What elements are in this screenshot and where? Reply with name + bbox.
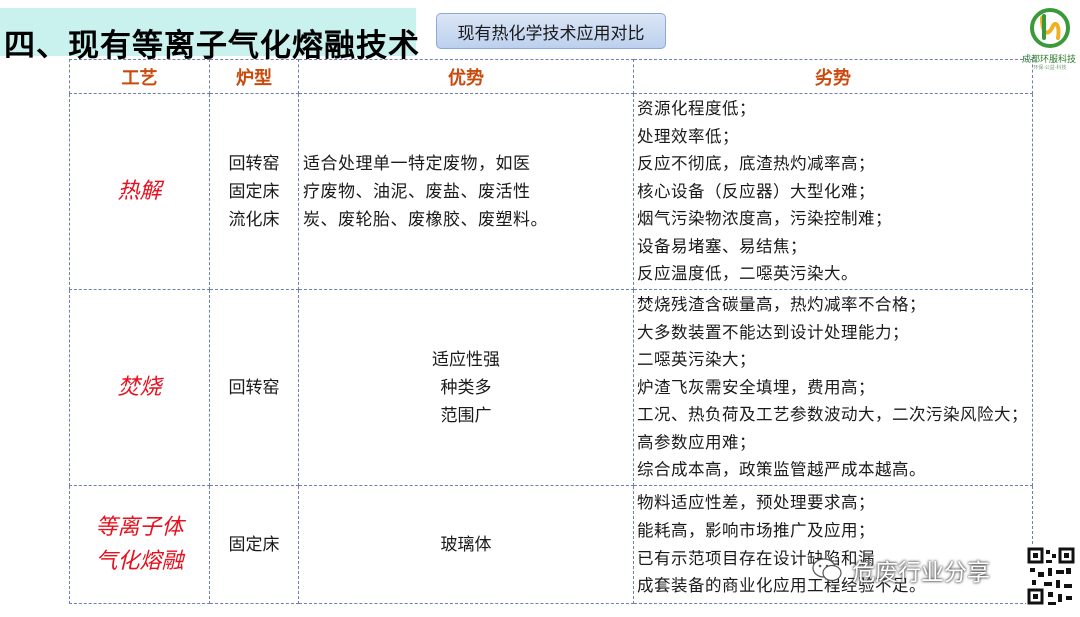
process-cell: 焚烧 [69,289,210,486]
disadvantage-line: 资源化程度低； [637,98,756,118]
comparison-tag-button[interactable]: 现有热化学技术应用对比 [436,13,666,49]
furnace-type: 流化床 [228,209,280,230]
column-header: 炉型 [209,59,299,94]
process-cell: 等离子体 气化熔融 [69,485,210,604]
disadvantage-line: 反应温度低，二噁英污染大。 [637,264,858,284]
disadvantage-line: 设备易堵塞、易结焦； [637,236,807,256]
process-cell: 热解 [69,93,210,290]
process-name: 气化熔融 [95,548,184,574]
advantage-line: 适合处理单一特定废物，如医 [303,153,531,174]
advantage-line: 范围广 [440,405,492,426]
advantage-line: 种类多 [440,377,492,398]
title-bar: 四、现有等离子气化熔融技术 [0,8,419,64]
disadvantage-line: 反应不彻底，底渣热灼减率高； [637,154,875,174]
disadvantage-line: 炉渣飞灰需安全填埋，费用高； [637,377,875,397]
furnace-cell: 固定床 [209,485,299,604]
advantages-cell: 适合处理单一特定废物，如医 疗废物、油泥、废盐、废活性 炭、废轮胎、废橡胶、废塑… [298,93,634,290]
watermark: 危废行业分享 [812,552,990,588]
disadvantage-line: 二噁英污染大； [637,350,756,370]
table-header-row: 工艺 炉型 优势 劣势 [69,59,1033,94]
disadvantage-line: 大多数装置不能达到设计处理能力； [637,322,909,342]
advantage-line: 炭、废轮胎、废橡胶、废塑料。 [303,209,548,230]
disadvantage-line: 综合成本高，政策监管越严成本越高。 [637,460,926,480]
furnace-type: 回转窑 [228,153,280,174]
column-header: 优势 [298,59,634,94]
column-header: 工艺 [69,59,210,94]
table-row: 热解 回转窑 固定床 流化床 适合处理单一特定废物，如医 疗废物、油泥、废盐、废… [69,93,1033,290]
watermark-text: 危废行业分享 [852,560,990,586]
process-name: 热解 [117,178,162,204]
disadvantage-line: 高参数应用难； [637,432,756,452]
qr-code [1026,544,1076,610]
disadvantages-cell: 资源化程度低； 处理效率低； 反应不彻底，底渣热灼减率高； 核心设备（反应器）大… [633,93,1033,290]
furnace-type: 固定床 [228,534,280,555]
wechat-icon [812,558,842,582]
table-row: 焚烧 回转窑 适应性强 种类多 范围广 焚烧残渣含碳量高，热灼减率不合格； 大多… [69,289,1033,486]
furnace-type: 回转窑 [228,377,280,398]
column-header: 劣势 [633,59,1033,94]
disadvantage-line: 核心设备（反应器）大型化难； [637,181,875,201]
disadvantage-line: 能耗高，影响市场推广及应用； [637,520,875,540]
disadvantage-line: 烟气污染物浓度高，污染控制难； [637,209,892,229]
furnace-type: 固定床 [228,181,280,202]
furnace-cell: 回转窑 固定床 流化床 [209,93,299,290]
qr-code-icon [1026,544,1076,610]
disadvantage-line: 工况、热负荷及工艺参数波动大，二次污染风险大； [637,405,1028,425]
process-name: 等离子体 [95,514,184,540]
disadvantages-cell: 焚烧残渣含碳量高，热灼减率不合格； 大多数装置不能达到设计处理能力； 二噁英污染… [633,289,1033,486]
advantage-line: 疗废物、油泥、废盐、废活性 [303,181,531,202]
advantage-line: 适应性强 [432,349,500,370]
advantages-cell: 适应性强 种类多 范围广 [298,289,634,486]
advantage-line: 玻璃体 [440,534,492,555]
disadvantage-line: 焚烧残渣含碳量高，热灼减率不合格； [637,294,926,314]
logo-mark-icon [1030,8,1070,48]
disadvantage-line: 处理效率低； [637,126,739,146]
furnace-cell: 回转窑 [209,289,299,486]
comparison-table: 工艺 炉型 优势 劣势 热解 回转窑 固定床 流化床 适合处理单一特定废物，如医… [69,59,1033,604]
advantages-cell: 玻璃体 [298,485,634,604]
disadvantage-line: 物料适应性差，预处理要求高； [637,493,875,513]
process-name: 焚烧 [117,374,162,400]
